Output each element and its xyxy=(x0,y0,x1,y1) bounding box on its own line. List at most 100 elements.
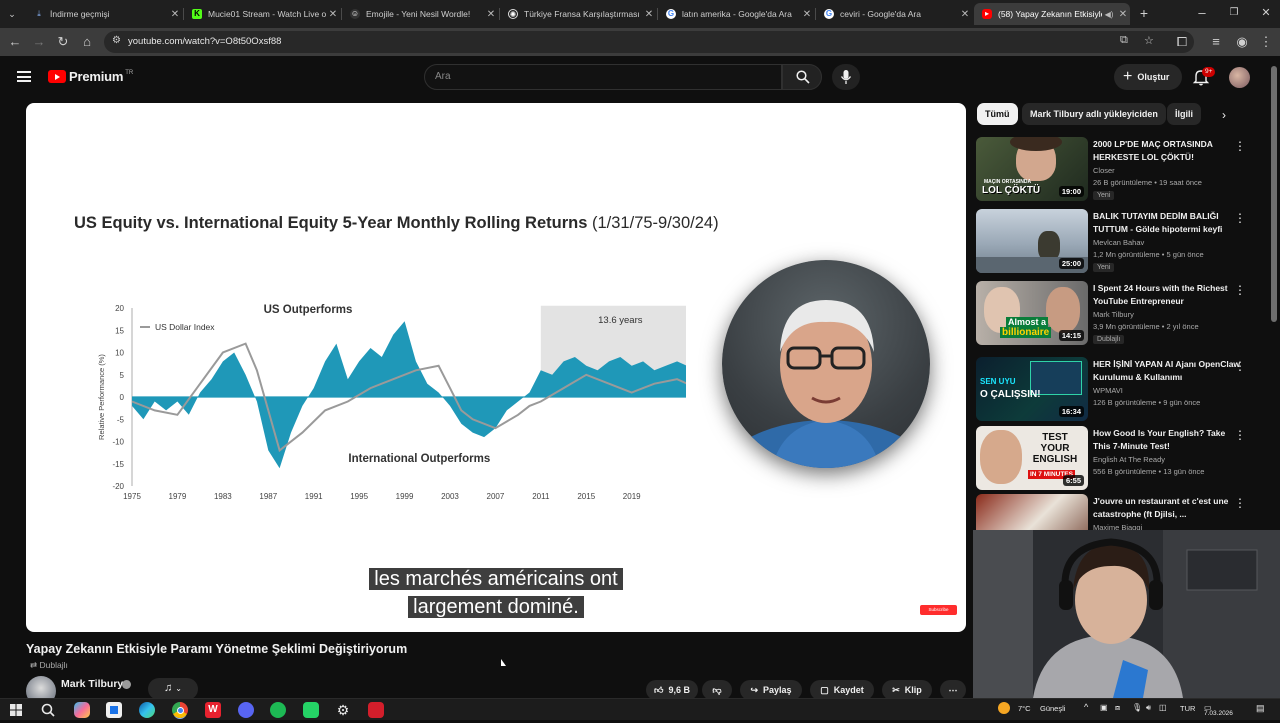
windows-start-icon[interactable] xyxy=(8,702,24,718)
account-avatar[interactable] xyxy=(1229,67,1250,88)
copilot-icon[interactable] xyxy=(74,702,90,718)
menu-icon[interactable]: ⋮ xyxy=(1258,34,1274,50)
tab-6-active[interactable]: ▸ (58) Yapay Zekanın Etkisiyle ◀) ✕ xyxy=(974,3,1130,25)
recommendation-item[interactable]: SEN UYU O ÇALIŞSIN! 16:34 HER İŞİNİ YAPA… xyxy=(976,357,1266,421)
chips-next-chevron-icon[interactable]: › xyxy=(1222,108,1226,122)
microphone-tray-icon[interactable]: 🎙︎ xyxy=(1132,703,1142,712)
close-tab-icon[interactable]: ✕ xyxy=(484,9,498,20)
edge-icon[interactable] xyxy=(139,702,155,718)
duration-badge: 6:55 xyxy=(1062,475,1084,486)
tray-apps-icon[interactable]: ▣ xyxy=(1100,703,1108,712)
maximize-window-icon[interactable]: ❐ xyxy=(1226,5,1242,21)
close-tab-icon[interactable]: ✕ xyxy=(958,9,972,20)
tab-search-icon[interactable]: ⌄ xyxy=(4,6,20,22)
thumbs-up-icon: 👍︎ xyxy=(654,684,664,695)
close-window-icon[interactable]: ✕ xyxy=(1258,5,1274,21)
back-icon[interactable]: ← xyxy=(7,34,23,50)
extensions-icon[interactable]: ⧠ xyxy=(1174,34,1190,50)
close-tab-icon[interactable]: ✕ xyxy=(800,9,814,20)
more-options-icon[interactable]: ⋮ xyxy=(1234,283,1246,297)
install-app-icon[interactable]: ⧉ xyxy=(1120,34,1128,47)
dislike-button[interactable]: 👎︎ xyxy=(702,680,732,700)
search-button[interactable] xyxy=(782,64,822,90)
search-box[interactable] xyxy=(424,64,782,90)
omnibox[interactable]: ⚙ youtube.com/watch?v=O8t50Oxsf88 ⧉ ☆ xyxy=(104,31,1194,53)
verified-icon xyxy=(122,680,131,689)
site-info-icon[interactable]: ⚙ xyxy=(112,35,121,46)
speaker-icon[interactable]: 🔊︎ xyxy=(1146,703,1151,713)
wps-office-icon[interactable]: W xyxy=(205,702,221,718)
close-tab-icon[interactable]: ✕ xyxy=(326,9,340,20)
scissors-icon: ✂ xyxy=(892,684,900,695)
audio-playing-icon[interactable]: ◀) xyxy=(1102,10,1116,19)
more-options-icon[interactable]: ⋮ xyxy=(1234,496,1246,510)
video-player[interactable]: US Equity vs. International Equity 5-Yea… xyxy=(26,103,966,632)
search-icon xyxy=(796,70,810,84)
forward-icon[interactable]: → xyxy=(31,34,47,50)
search-icon[interactable] xyxy=(40,702,56,718)
reload-icon[interactable]: ↻ xyxy=(55,34,71,50)
discord-icon[interactable] xyxy=(238,702,254,718)
more-options-icon[interactable]: ⋮ xyxy=(1234,139,1246,153)
more-actions-button[interactable]: ⋯ xyxy=(940,680,966,700)
home-icon[interactable]: ⌂ xyxy=(79,34,95,50)
profile-icon[interactable]: ◉ xyxy=(1234,34,1250,50)
weather-condition[interactable]: Güneşli xyxy=(1040,704,1065,713)
recommendation-item[interactable]: Almost a billionaire 14:15 I Spent 24 Ho… xyxy=(976,281,1266,345)
notification-center-icon[interactable]: ▤ xyxy=(1256,703,1265,714)
dubbed-badge: Dublajlı xyxy=(1093,335,1125,344)
close-tab-icon[interactable]: ✕ xyxy=(168,9,182,20)
whatsapp-icon[interactable] xyxy=(303,702,319,718)
hamburger-menu-icon[interactable] xyxy=(17,71,31,82)
media-controls-icon[interactable]: ≡ xyxy=(1208,34,1224,50)
channel-name[interactable]: Mark Tilbury xyxy=(61,678,123,690)
more-options-icon[interactable]: ⋮ xyxy=(1234,359,1246,373)
bookmark-star-icon[interactable]: ☆ xyxy=(1144,34,1154,47)
recommendation-item[interactable]: MAÇIN ORTASINDA LOL ÇÖKTÜ 19:00 2000 LP'… xyxy=(976,137,1266,201)
more-options-icon[interactable]: ⋮ xyxy=(1234,211,1246,225)
tab-5[interactable]: G ceviri - Google'da Ara ✕ xyxy=(816,3,972,25)
new-tab-button[interactable]: + xyxy=(1136,5,1152,21)
weather-sun-icon[interactable] xyxy=(998,702,1010,714)
recommendation-item[interactable]: 25:00 BALIK TUTAYIM DEDİM BALIĞI TUTTUM … xyxy=(976,209,1266,273)
chip-from-uploader[interactable]: Mark Tilbury adlı yükleyiciden xyxy=(1022,103,1166,125)
input-language[interactable]: TUR xyxy=(1180,704,1195,713)
search-input[interactable] xyxy=(435,71,755,82)
browser-tab-strip: ⌄ ⤓ İndirme geçmişi ✕ K Mucie01 Stream -… xyxy=(0,0,1280,28)
tray-app-icon[interactable]: ⧈ xyxy=(1115,703,1120,713)
share-button[interactable]: ↪ Paylaş xyxy=(740,680,802,700)
voice-search-button[interactable] xyxy=(832,64,860,90)
recorder-app-icon[interactable] xyxy=(368,702,384,718)
save-button[interactable]: ▢ Kaydet xyxy=(810,680,874,700)
subscribe-watermark[interactable]: Subscribe xyxy=(920,605,957,615)
tab-0[interactable]: ⤓ İndirme geçmişi ✕ xyxy=(26,3,182,25)
page-scrollbar[interactable] xyxy=(1271,66,1277,322)
clock-date[interactable]: 7.03.2026 xyxy=(1204,710,1233,717)
tab-3[interactable]: ✺ Türkiye Fransa Karşılaştırması ✕ xyxy=(500,3,656,25)
tab-4[interactable]: G latın amerika - Google'da Ara ✕ xyxy=(658,3,814,25)
close-tab-icon[interactable]: ✕ xyxy=(1116,9,1130,20)
close-tab-icon[interactable]: ✕ xyxy=(642,9,656,20)
video-thumbnail: SEN UYU O ÇALIŞSIN! 16:34 xyxy=(976,357,1088,421)
store-icon[interactable] xyxy=(106,702,122,718)
system-tray: 7°C Güneşli ^ ▣ ⧈ 🎙︎ 🔊︎ ◫ TUR ▭ 7.03.202… xyxy=(996,699,1280,721)
tray-overflow-chevron-icon[interactable]: ^ xyxy=(1084,702,1088,712)
youtube-premium-logo[interactable]: Premium TR xyxy=(48,69,133,84)
weather-temperature[interactable]: 7°C xyxy=(1018,704,1031,713)
minimize-window-icon[interactable]: – xyxy=(1194,5,1210,21)
clip-button[interactable]: ✂ Klip xyxy=(882,680,932,700)
more-options-icon[interactable]: ⋮ xyxy=(1234,428,1246,442)
create-button[interactable]: + Oluştur xyxy=(1114,64,1182,90)
network-icon[interactable]: ◫ xyxy=(1159,703,1167,712)
chip-all[interactable]: Tümü xyxy=(977,103,1018,125)
chip-related[interactable]: İlgili xyxy=(1167,103,1201,125)
tab-1[interactable]: K Mucie01 Stream - Watch Live o ✕ xyxy=(184,3,340,25)
chrome-icon[interactable] xyxy=(172,702,188,718)
tab-2[interactable]: ☺ Emojile - Yeni Nesil Wordle! ✕ xyxy=(342,3,498,25)
chatgpt-icon: ✺ xyxy=(508,9,518,19)
subscription-bell-button[interactable]: ♫ ⌄ xyxy=(148,678,198,700)
like-button[interactable]: 👍︎ 9,6 B xyxy=(646,680,698,700)
recommendation-item[interactable]: TEST YOUR ENGLISH IN 7 MINUTES 6:55 How … xyxy=(976,426,1266,490)
spotify-icon[interactable] xyxy=(270,702,286,718)
settings-gear-icon[interactable]: ⚙ xyxy=(335,702,351,718)
